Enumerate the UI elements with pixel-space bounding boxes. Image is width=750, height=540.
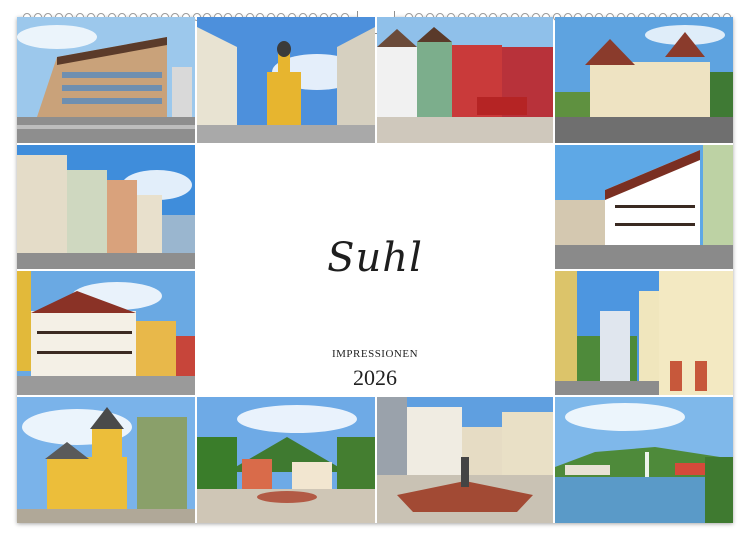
title-panel: Suhl IMPRESSIONEN 2026 <box>197 143 553 395</box>
photo-half-timbered-corner <box>17 271 195 395</box>
photo-church-park <box>17 397 195 523</box>
photo-modern-building <box>17 17 195 143</box>
photo-yellow-church <box>197 17 375 143</box>
calendar-year: 2026 <box>353 365 397 390</box>
photo-fountain-square <box>197 397 375 523</box>
photo-lake <box>555 397 733 523</box>
wall-calendar-cover: Suhl IMPRESSIONEN 2026 <box>17 11 733 523</box>
calendar-subtitle: IMPRESSIONEN <box>331 348 419 360</box>
photo-tower-block <box>555 271 733 395</box>
calendar-title: Suhl <box>327 235 423 281</box>
photo-plaza-fountain <box>377 397 553 523</box>
photo-half-timbered-row <box>555 145 733 269</box>
photo-street-facades <box>17 145 195 269</box>
photo-market-square <box>377 17 553 143</box>
photo-villa <box>555 17 733 143</box>
